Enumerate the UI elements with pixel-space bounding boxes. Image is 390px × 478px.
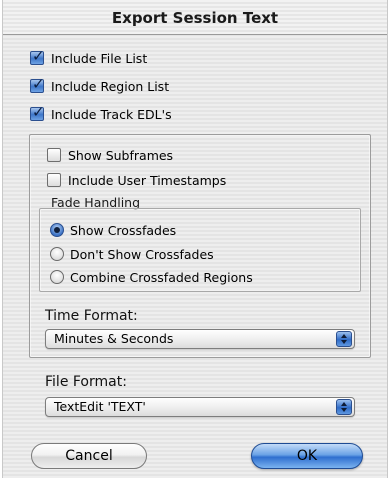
include-region-list-label: Include Region List (51, 78, 170, 94)
checkbox-unchecked-icon (47, 148, 61, 162)
cancel-button[interactable]: Cancel (31, 443, 147, 469)
file-format-popup[interactable]: TextEdit 'TEXT' (45, 397, 355, 417)
dont-show-crossfades-radio[interactable]: Don't Show Crossfades (50, 244, 214, 264)
show-crossfades-radio[interactable]: Show Crossfades (50, 220, 176, 240)
include-file-list-label: Include File List (51, 50, 148, 66)
include-track-edls-checkbox[interactable]: ✓ Include Track EDL's (30, 103, 172, 124)
time-format-popup[interactable]: Minutes & Seconds (45, 329, 355, 349)
ok-button[interactable]: OK (251, 443, 363, 469)
combine-crossfaded-regions-label: Combine Crossfaded Regions (70, 269, 253, 285)
time-format-value: Minutes & Seconds (54, 331, 174, 346)
checkbox-checked-icon: ✓ (30, 75, 45, 93)
file-format-value: TextEdit 'TEXT' (54, 399, 146, 414)
include-user-timestamps-label: Include User Timestamps (68, 172, 227, 188)
popup-arrows-icon (336, 399, 352, 415)
show-subframes-label: Show Subframes (68, 147, 174, 163)
include-file-list-checkbox[interactable]: ✓ Include File List (30, 47, 148, 68)
dont-show-crossfades-label: Don't Show Crossfades (70, 246, 214, 262)
include-user-timestamps-checkbox[interactable]: Include User Timestamps (47, 170, 226, 190)
checkbox-checked-icon: ✓ (30, 47, 45, 65)
radio-unselected-icon (50, 270, 64, 284)
include-track-edls-label: Include Track EDL's (51, 106, 172, 122)
dialog-title: Export Session Text (3, 0, 387, 35)
combine-crossfaded-regions-radio[interactable]: Combine Crossfaded Regions (50, 267, 253, 287)
radio-selected-icon (50, 223, 64, 237)
file-format-label: File Format: (45, 374, 127, 390)
radio-unselected-icon (50, 247, 64, 261)
checkbox-checked-icon: ✓ (30, 103, 45, 121)
time-format-label: Time Format: (45, 308, 138, 324)
export-session-text-dialog: Export Session Text ✓ Include File List … (2, 0, 388, 478)
popup-arrows-icon (336, 331, 352, 347)
show-subframes-checkbox[interactable]: Show Subframes (47, 145, 173, 165)
checkbox-unchecked-icon (47, 173, 61, 187)
include-region-list-checkbox[interactable]: ✓ Include Region List (30, 75, 170, 96)
show-crossfades-label: Show Crossfades (70, 222, 177, 238)
